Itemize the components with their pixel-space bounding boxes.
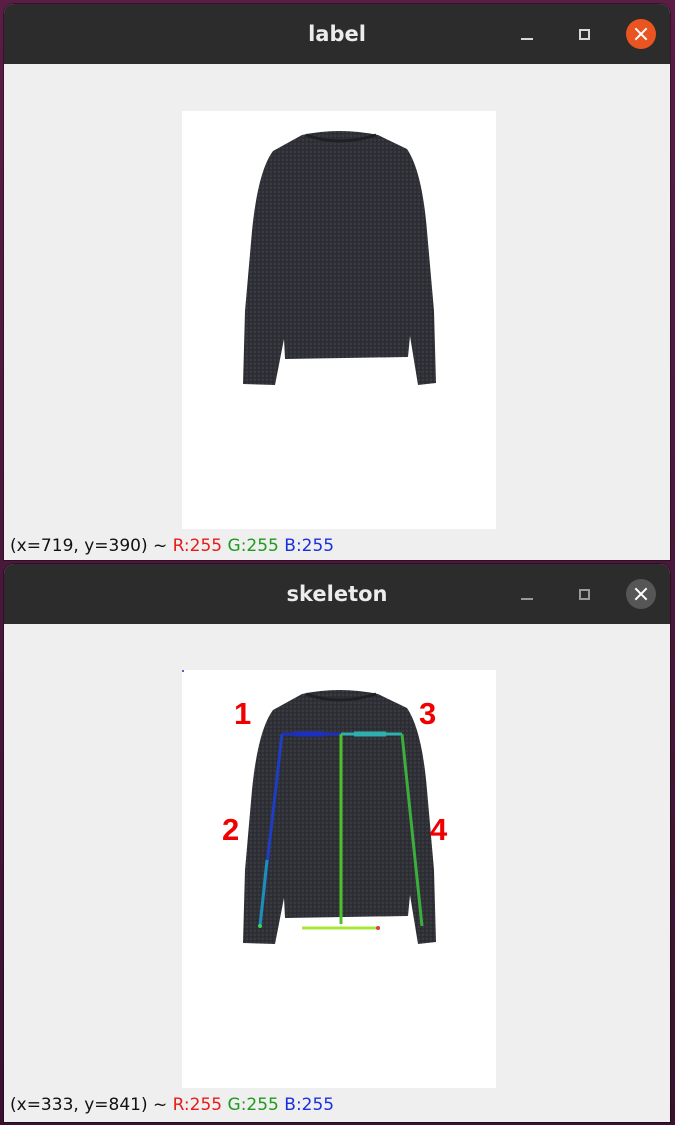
maximize-icon <box>578 588 590 600</box>
close-icon <box>634 587 648 601</box>
blue-value: B:255 <box>284 536 335 556</box>
label-titlebar[interactable]: label <box>4 4 670 64</box>
skeleton-image[interactable] <box>182 670 496 1088</box>
blue-value: B:255 <box>284 1095 335 1115</box>
minimize-button[interactable] <box>512 579 542 609</box>
green-value: G:255 <box>227 1095 279 1115</box>
status-bar: (x=333, y=841) ~ R:255 G:255 B:255 <box>10 1095 334 1115</box>
annotation-1: 1 <box>234 696 252 731</box>
corner-point <box>182 670 184 672</box>
maximize-icon <box>578 28 590 40</box>
skeleton-window: skeleton 1 2 3 4 (x=333, y=841) ~ R:255 … <box>4 564 670 1122</box>
skeleton-titlebar[interactable]: skeleton <box>4 564 670 624</box>
sweater-body <box>243 131 436 385</box>
maximize-button[interactable] <box>569 19 599 49</box>
minimize-button[interactable] <box>512 19 542 49</box>
red-value: R:255 <box>172 536 223 556</box>
status-bar: (x=719, y=390) ~ R:255 G:255 B:255 <box>10 536 334 556</box>
red-value: R:255 <box>172 1095 223 1115</box>
close-button[interactable] <box>626 579 656 609</box>
hem-end-point <box>376 926 380 930</box>
cursor-coords: (x=333, y=841) ~ <box>10 1095 173 1115</box>
arm-end-point <box>258 924 262 928</box>
sweater-skeleton-image <box>182 670 436 944</box>
close-button[interactable] <box>626 19 656 49</box>
label-image[interactable] <box>182 111 496 529</box>
annotation-2: 2 <box>222 812 240 847</box>
sweater-image <box>243 131 436 385</box>
annotation-4: 4 <box>430 812 448 847</box>
minimize-icon <box>521 28 533 40</box>
cursor-coords: (x=719, y=390) ~ <box>10 536 173 556</box>
label-window: label (x=719, y=390) ~ R:255 G:255 B:255 <box>4 4 670 560</box>
maximize-button[interactable] <box>569 579 599 609</box>
close-icon <box>634 27 648 41</box>
minimize-icon <box>521 588 533 600</box>
green-value: G:255 <box>227 536 279 556</box>
annotation-3: 3 <box>419 696 437 731</box>
